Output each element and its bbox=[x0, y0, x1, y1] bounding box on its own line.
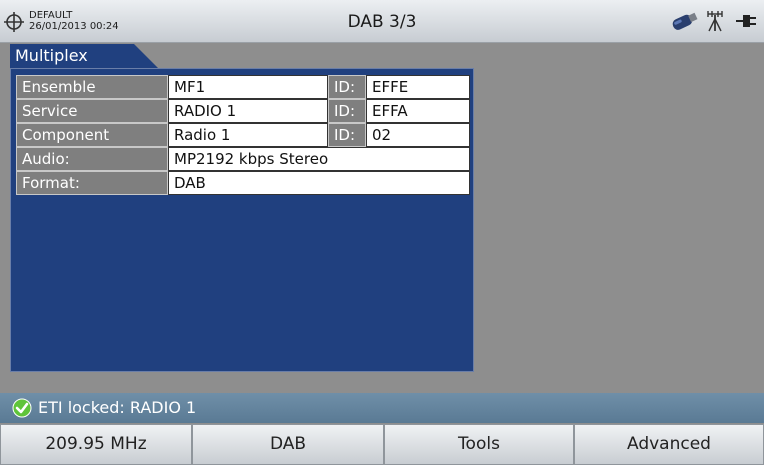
check-circle-icon bbox=[12, 398, 32, 418]
advanced-softkey[interactable]: Advanced bbox=[574, 424, 764, 465]
usb-stick-icon bbox=[672, 12, 698, 30]
antenna-icon bbox=[707, 11, 723, 32]
service-id-label: ID: bbox=[328, 99, 366, 123]
status-text: ETI locked: RADIO 1 bbox=[38, 398, 197, 417]
tab-multiplex[interactable]: Multiplex bbox=[10, 44, 134, 68]
service-value: RADIO 1 bbox=[168, 99, 328, 123]
ensemble-value: MF1 bbox=[168, 75, 328, 99]
service-label: Service bbox=[16, 99, 168, 123]
ensemble-label: Ensemble bbox=[16, 75, 168, 99]
ensemble-id-value: EFFE bbox=[366, 75, 470, 99]
component-label: Component bbox=[16, 123, 168, 147]
ensemble-id-label: ID: bbox=[328, 75, 366, 99]
format-label: Format: bbox=[16, 171, 168, 195]
power-plug-icon bbox=[736, 15, 756, 27]
component-id-label: ID: bbox=[328, 123, 366, 147]
softkey-bar: 209.95 MHz DAB Tools Advanced bbox=[0, 424, 764, 465]
audio-value: MP2192 kbps Stereo bbox=[168, 147, 470, 171]
tab-corner-decoration bbox=[134, 44, 158, 68]
page-title: DAB 3/3 bbox=[347, 12, 417, 32]
dab-softkey[interactable]: DAB bbox=[192, 424, 384, 465]
component-id-value: 02 bbox=[366, 123, 470, 147]
frequency-softkey[interactable]: 209.95 MHz bbox=[0, 424, 192, 465]
header-bar: DEFAULT 26/01/2013 00:24 DAB 3/3 bbox=[0, 0, 764, 43]
component-value: Radio 1 bbox=[168, 123, 328, 147]
tools-softkey[interactable]: Tools bbox=[384, 424, 574, 465]
multiplex-panel: Ensemble MF1 ID: EFFE Service RADIO 1 ID… bbox=[10, 68, 474, 372]
status-bar: ETI locked: RADIO 1 bbox=[0, 393, 764, 423]
format-value: DAB bbox=[168, 171, 470, 195]
audio-label: Audio: bbox=[16, 147, 168, 171]
service-id-value: EFFA bbox=[366, 99, 470, 123]
